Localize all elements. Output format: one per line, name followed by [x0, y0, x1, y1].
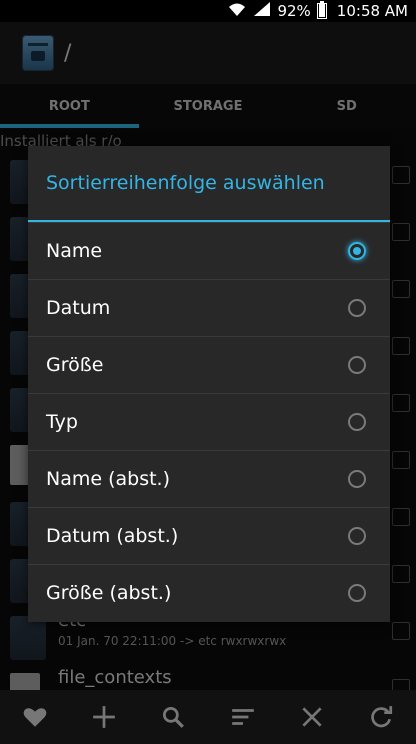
option-label: Größe (abst.): [46, 582, 172, 604]
option-label: Name (abst.): [46, 468, 171, 490]
clock: 10:58 AM: [336, 2, 408, 20]
bottom-toolbar: [0, 690, 416, 744]
option-label: Typ: [46, 411, 78, 433]
plus-icon[interactable]: [84, 697, 124, 737]
sort-option-date-desc[interactable]: Datum (abst.): [28, 507, 390, 564]
option-label: Größe: [46, 354, 104, 376]
status-bar: 92% 10:58 AM: [0, 0, 416, 22]
sort-order-dialog: Sortierreihenfolge auswählen Name Datum …: [28, 146, 390, 622]
sort-option-size-desc[interactable]: Größe (abst.): [28, 564, 390, 621]
battery-icon: [316, 1, 327, 19]
sort-option-name[interactable]: Name: [28, 222, 390, 279]
radio-icon[interactable]: [348, 413, 366, 431]
sort-option-size[interactable]: Größe: [28, 336, 390, 393]
option-label: Datum (abst.): [46, 525, 179, 547]
search-icon[interactable]: [153, 697, 193, 737]
radio-icon[interactable]: [348, 470, 366, 488]
option-label: Datum: [46, 297, 111, 319]
sort-option-name-desc[interactable]: Name (abst.): [28, 450, 390, 507]
sort-icon[interactable]: [223, 697, 263, 737]
battery-percent: 92%: [277, 2, 311, 20]
option-label: Name: [46, 240, 103, 262]
close-icon[interactable]: [292, 697, 332, 737]
sort-option-type[interactable]: Typ: [28, 393, 390, 450]
heart-icon[interactable]: [15, 697, 55, 737]
radio-icon[interactable]: [348, 527, 366, 545]
signal-icon: [253, 1, 271, 21]
radio-icon[interactable]: [348, 584, 366, 602]
radio-icon[interactable]: [348, 299, 366, 317]
refresh-icon[interactable]: [361, 697, 401, 737]
dialog-title: Sortierreihenfolge auswählen: [28, 146, 390, 222]
radio-icon[interactable]: [348, 356, 366, 374]
radio-selected-icon[interactable]: [348, 242, 366, 260]
wifi-icon: [227, 1, 247, 21]
sort-option-date[interactable]: Datum: [28, 279, 390, 336]
